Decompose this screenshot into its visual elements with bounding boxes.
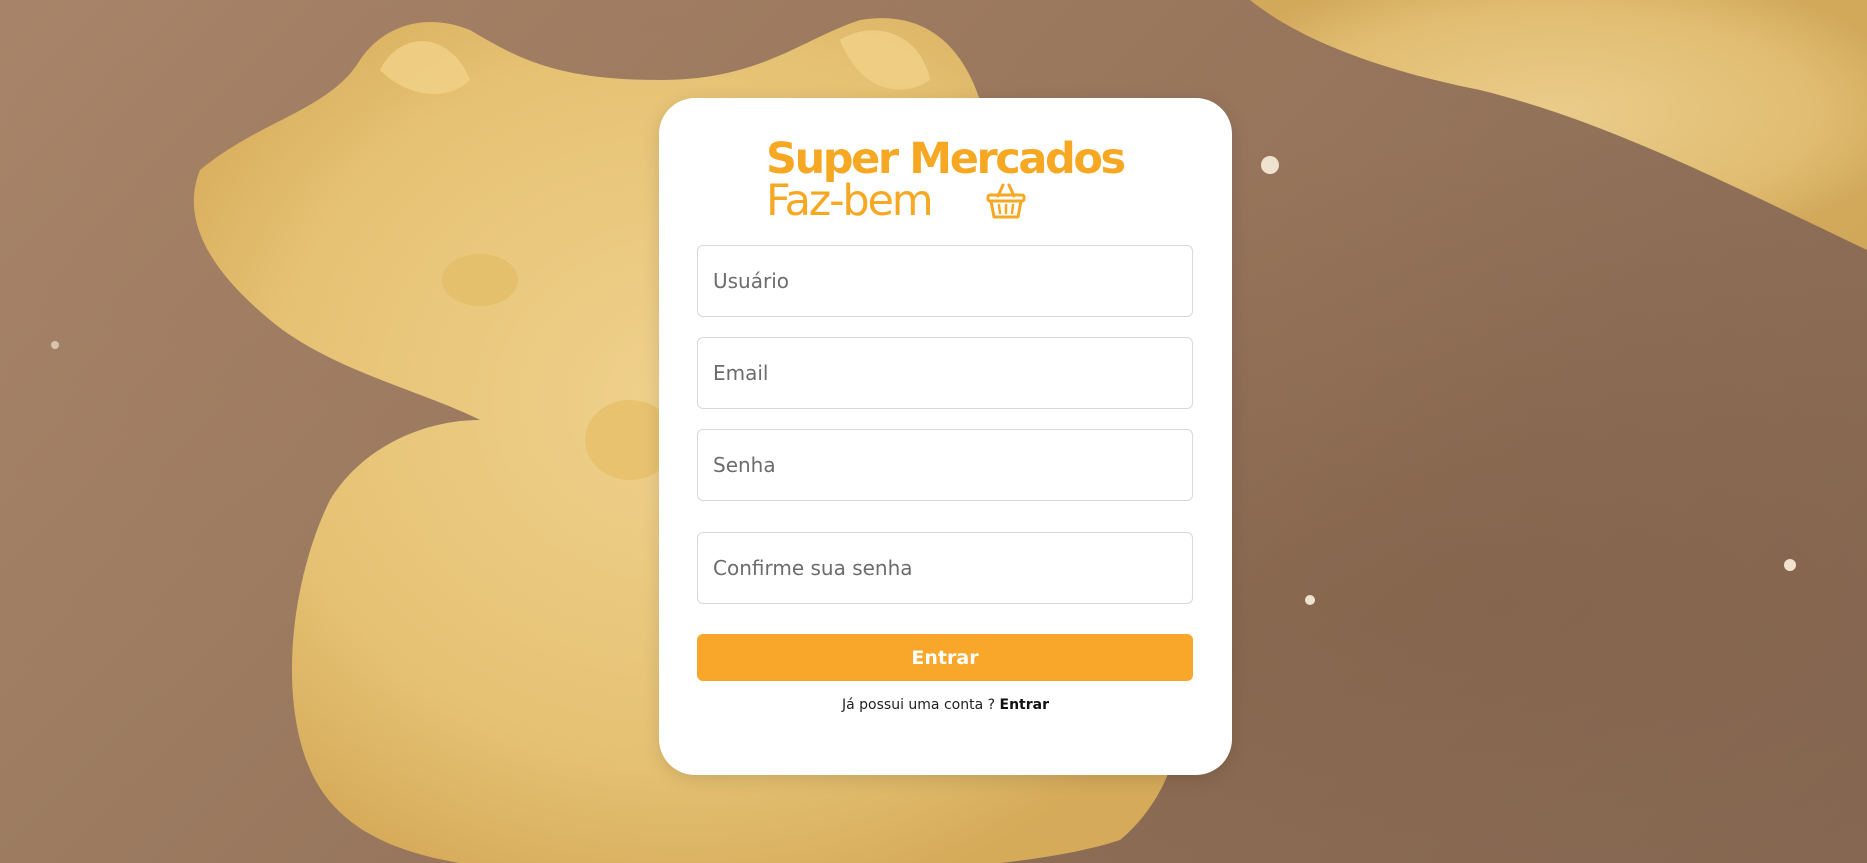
login-prompt: Já possui uma conta ? Entrar <box>659 697 1232 713</box>
password-input[interactable] <box>697 429 1193 501</box>
submit-button[interactable]: Entrar <box>697 634 1193 681</box>
logo-title: Super Mercados <box>766 134 1126 184</box>
basket-icon <box>986 183 1026 219</box>
login-link[interactable]: Entrar <box>1000 697 1049 713</box>
username-input[interactable] <box>697 245 1193 317</box>
logo-subtitle: Faz-bem <box>766 176 934 226</box>
email-input[interactable] <box>697 337 1193 409</box>
confirm-password-input[interactable] <box>697 532 1193 604</box>
login-prompt-text: Já possui uma conta ? <box>842 697 1000 713</box>
signup-card: Super Mercados Faz-bem Entrar Já possui … <box>659 98 1232 775</box>
brand-logo: Super Mercados Faz-bem <box>766 138 1146 228</box>
